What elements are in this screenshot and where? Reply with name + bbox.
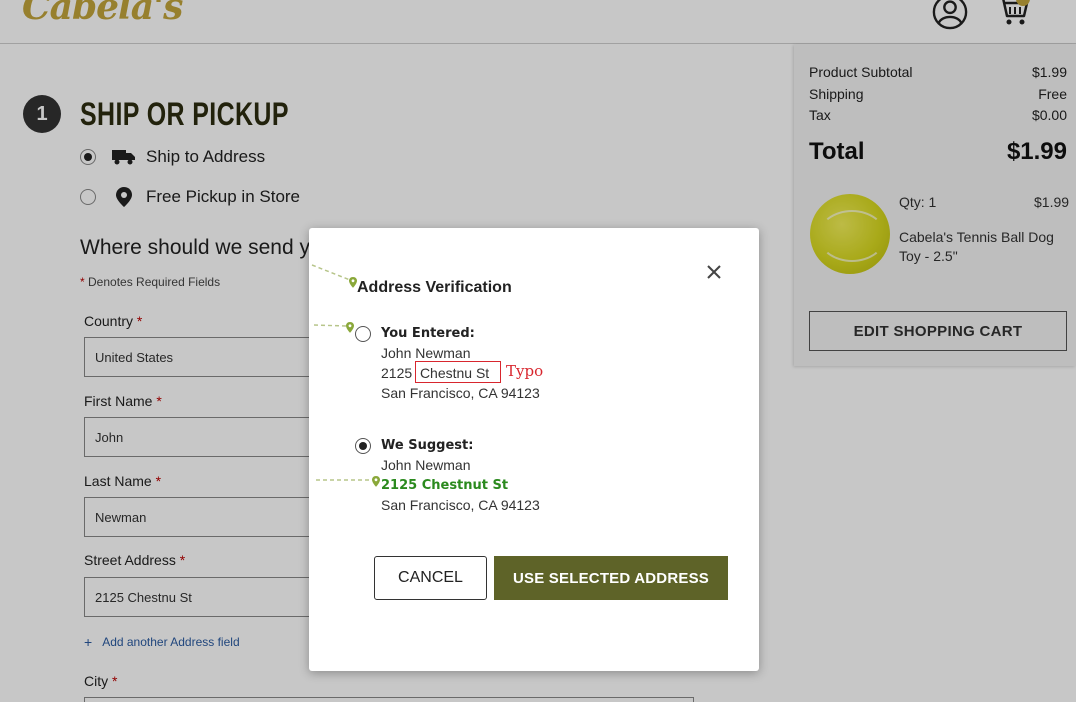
typo-annotation: Typo — [506, 362, 544, 380]
typo-highlight-box — [415, 361, 501, 383]
close-icon[interactable] — [703, 261, 725, 283]
suggested-address-radio[interactable] — [355, 438, 371, 454]
entered-heading: You Entered: — [381, 326, 475, 341]
cancel-button[interactable]: CANCEL — [374, 556, 487, 600]
entered-city: San Francisco, CA 94123 — [381, 385, 540, 401]
address-verification-modal: Address Verification You Entered: John N… — [309, 228, 759, 671]
entered-name: John Newman — [381, 345, 471, 361]
entered-address-radio[interactable] — [355, 326, 371, 342]
suggest-street: 2125 Chestnut St — [381, 478, 509, 493]
use-selected-address-button[interactable]: USE SELECTED ADDRESS — [494, 556, 728, 600]
modal-title: Address Verification — [357, 279, 512, 296]
suggest-name: John Newman — [381, 457, 471, 473]
suggest-heading: We Suggest: — [381, 438, 474, 453]
suggest-city: San Francisco, CA 94123 — [381, 497, 540, 513]
